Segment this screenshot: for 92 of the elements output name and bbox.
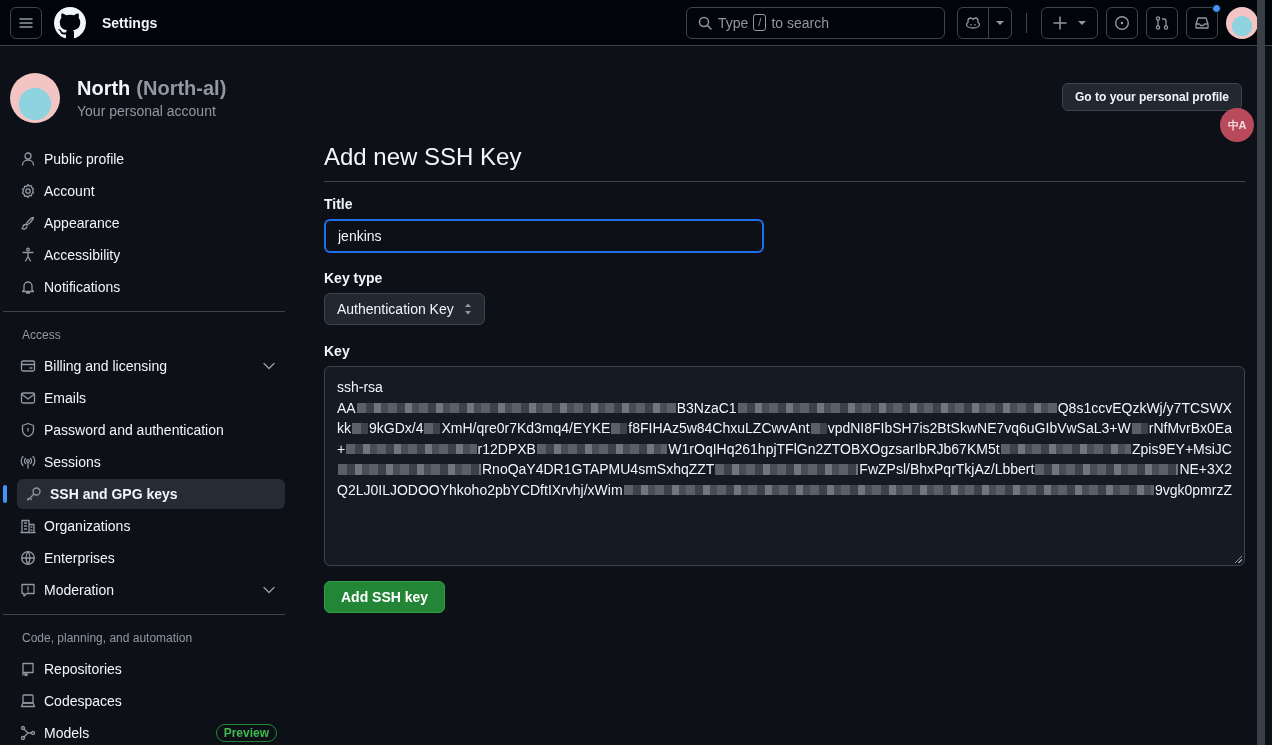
- robot-face-icon: [965, 14, 981, 31]
- pull-requests-button[interactable]: [1146, 6, 1178, 39]
- key-type-label: Key type: [324, 270, 384, 286]
- key-text: r12DPXB: [477, 439, 536, 459]
- key-text: 9kGDx/4: [369, 419, 424, 438]
- translate-button[interactable]: 中A: [1220, 108, 1254, 142]
- key-text: rNfMvrBx0Ea: [1148, 419, 1232, 438]
- up-down-caret-icon: [463, 302, 472, 316]
- key-text: +: [337, 439, 346, 459]
- inbox-tray-icon: [1194, 14, 1210, 31]
- section-heading: Access: [21, 327, 62, 344]
- search-icon: [697, 14, 713, 31]
- personal-profile-button[interactable]: Go to your personal profile: [1062, 83, 1242, 111]
- sidebar-item[interactable]: Organizations: [11, 510, 285, 542]
- key-text: NE+3X2: [1179, 460, 1232, 479]
- active-indicator: [3, 485, 7, 503]
- sidebar-item[interactable]: Repositories: [11, 653, 285, 685]
- sidebar-item[interactable]: Password and authentication: [11, 414, 285, 446]
- nav-icon: [20, 582, 36, 598]
- nav-icon: [20, 183, 36, 199]
- user-avatar[interactable]: [1226, 6, 1258, 39]
- nav-icon: [20, 390, 36, 406]
- sidebar-item[interactable]: Moderation: [11, 574, 285, 606]
- key-text: f8FIHAz5w84ChxuLZCwvAnt: [628, 419, 810, 438]
- issues-button[interactable]: [1106, 6, 1138, 39]
- pixelated-redaction: [810, 423, 827, 434]
- key-type-select[interactable]: Authentication Key: [324, 293, 485, 325]
- key-label: Key: [324, 343, 351, 359]
- caret-icon: [1076, 19, 1087, 26]
- key-text-area[interactable]: [324, 366, 1245, 566]
- nav-icon: [20, 247, 36, 263]
- nav-icon: [20, 151, 36, 167]
- title-input-field[interactable]: jenkins: [324, 219, 764, 253]
- circle-dot-icon: [1114, 14, 1130, 31]
- caret-icon: [995, 19, 1005, 26]
- pixelated-redaction: [611, 423, 628, 434]
- user-name: North: [77, 77, 131, 100]
- search-field[interactable]: Type / to search: [686, 6, 945, 39]
- nav-icon: [20, 358, 36, 374]
- pixelated-redaction: [424, 423, 441, 434]
- key-text: 9vgk0pmrzZ: [1154, 480, 1232, 500]
- nav-icon: [20, 550, 36, 566]
- nav-icon: [20, 279, 36, 295]
- page-title: Settings: [102, 14, 158, 31]
- octocat-logo-icon[interactable]: [54, 6, 86, 39]
- sidebar-item[interactable]: Public profile: [11, 143, 285, 175]
- key-text: W1rOqIHq261hpjTFlGn2ZTOBXOgzsarIbRJb67KM5t: [668, 439, 1000, 459]
- nav-icon: [26, 486, 42, 502]
- account-subtitle: Your personal account: [77, 103, 217, 119]
- nav-icon: [20, 693, 36, 709]
- pixelated-redaction: [352, 423, 368, 434]
- sidebar-item[interactable]: Codespaces: [11, 685, 285, 717]
- nav-icon: [20, 661, 36, 677]
- section-heading: Code, planning, and automation: [21, 630, 194, 647]
- resize-grip-icon[interactable]: [1234, 556, 1242, 563]
- key-text: Q8s1ccvEQzkWj/y7TCSWX: [1057, 398, 1232, 418]
- sidebar-item[interactable]: Billing and licensing: [11, 350, 285, 382]
- nav-icon: [20, 518, 36, 534]
- nav-icon: [20, 725, 36, 741]
- scrollbar-thumb[interactable]: [1257, 0, 1265, 745]
- key-text: AA: [337, 398, 356, 418]
- sidebar-item[interactable]: Appearance: [11, 207, 285, 239]
- add-ssh-key-button[interactable]: Add SSH key: [324, 581, 446, 613]
- pull-request-icon: [1154, 14, 1170, 31]
- sidebar-item[interactable]: Emails: [11, 382, 285, 414]
- key-text: RnoQaY4DR1GTAPMU4smSxhqZZT: [482, 460, 715, 479]
- menu-button[interactable]: [10, 6, 42, 39]
- title-label: Title: [324, 196, 354, 212]
- sidebar-item[interactable]: Accessibility: [11, 239, 285, 271]
- page-heading: Add new SSH Key: [324, 143, 1245, 182]
- plus-icon: [1052, 15, 1067, 30]
- sidebar-item[interactable]: Sessions: [11, 446, 285, 478]
- sidebar-item[interactable]: Notifications: [11, 271, 285, 303]
- key-text: Q2LJ0ILJODOOYhkoho2pbYCDftIXrvhj/xWim: [337, 480, 623, 500]
- key-text: XmH/qre0r7Kd3mq4/EYKE: [441, 419, 611, 438]
- sidebar-item[interactable]: Enterprises: [11, 542, 285, 574]
- nav-icon: [20, 454, 36, 470]
- user-login: (North-al): [136, 77, 227, 100]
- key-text: vpdNI8FIbSH7is2BtSkwNE7vq6uGIbVwSaL3+W: [827, 419, 1131, 438]
- sidebar-item[interactable]: Models Preview: [11, 717, 285, 745]
- create-new-button[interactable]: [1041, 6, 1098, 39]
- nav-icon: [20, 215, 36, 231]
- profile-avatar: [10, 73, 60, 123]
- pixelated-redaction: [1131, 423, 1148, 434]
- inbox-button[interactable]: [1186, 6, 1218, 39]
- key-text: kk: [337, 419, 351, 438]
- sidebar-item[interactable]: Account: [11, 175, 285, 207]
- key-text: FwZPsl/BhxPqrTkjAz/Lbbert: [859, 460, 1035, 479]
- key-text: Zpis9EY+MsiJC: [1131, 439, 1232, 459]
- key-text: B3NzaC1: [676, 398, 737, 418]
- key-text: ssh-rsa: [337, 378, 383, 397]
- nav-icon: [20, 422, 36, 438]
